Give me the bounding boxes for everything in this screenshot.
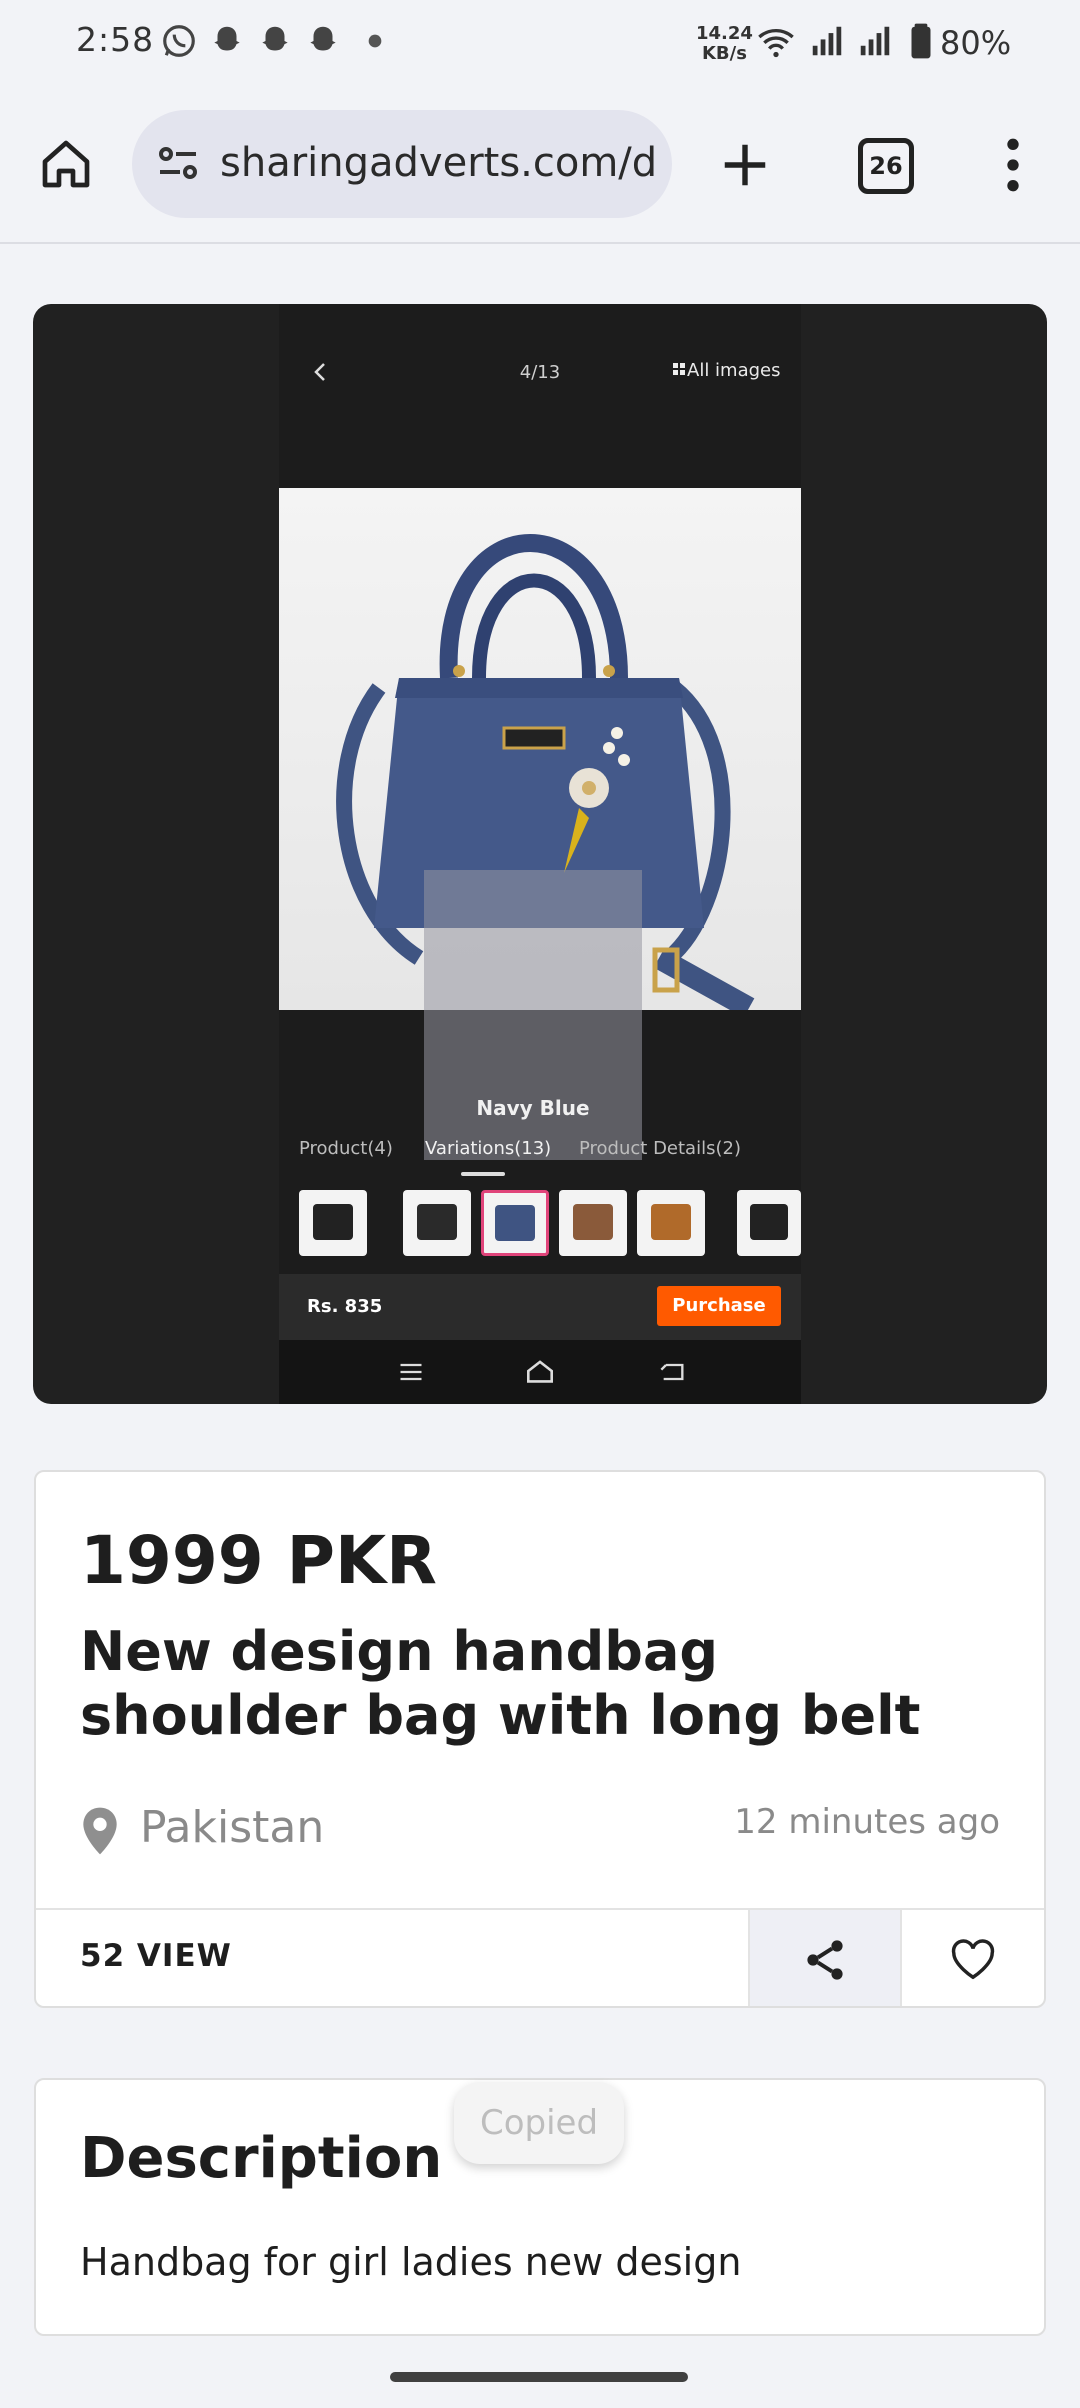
- view-count: 52 VIEW: [80, 1938, 232, 1974]
- snapchat-icon: [214, 26, 240, 51]
- net-speed-unit: KB/s: [701, 43, 747, 64]
- product-title: New design handbag shoulder bag with lon…: [80, 1620, 921, 1747]
- address-bar[interactable]: sharingadverts.com/d: [132, 110, 672, 218]
- posted-time: 12 minutes ago: [734, 1802, 1000, 1842]
- browser-toolbar: sharingadverts.com/d 26: [0, 90, 1080, 244]
- product-location: Pakistan: [140, 1802, 325, 1853]
- dot-icon: [368, 34, 382, 48]
- variation-thumbnail-selected: [481, 1190, 549, 1256]
- variation-thumbnail: [559, 1190, 627, 1256]
- product-price: 1999 PKR: [80, 1522, 438, 1599]
- copied-toast: Copied: [454, 2082, 624, 2164]
- variation-thumbnail: [403, 1190, 471, 1256]
- all-images-link: All images: [687, 360, 781, 381]
- purchase-bar: Rs. 835 Purchase: [279, 1274, 801, 1340]
- signal-icon: [860, 26, 890, 56]
- net-speed: 14.24 KB/s: [696, 24, 753, 64]
- home-icon[interactable]: [38, 134, 94, 194]
- product-image[interactable]: 4/13 All images Navy Blue Product(4) Var…: [33, 304, 1047, 1404]
- snapchat-icon: [310, 26, 336, 51]
- new-tab-icon[interactable]: [718, 138, 772, 192]
- tab-underline: [461, 1172, 505, 1176]
- tab-variations: Variations(13): [425, 1138, 552, 1159]
- site-settings-icon[interactable]: [154, 140, 202, 188]
- share-button[interactable]: [748, 1910, 902, 2006]
- status-bar: 2:58 14.24 KB/s 80%: [0, 0, 1080, 90]
- tab-product-details: Product Details(2): [579, 1138, 741, 1159]
- battery-percent: 80%: [940, 24, 1012, 62]
- nav-home-icon: [527, 1360, 553, 1383]
- shot-price: Rs. 835: [307, 1296, 383, 1317]
- variation-label: Navy Blue: [476, 1096, 590, 1120]
- wifi-icon: [758, 29, 794, 58]
- nav-back-icon: [660, 1363, 684, 1381]
- url-text[interactable]: sharingadverts.com/d: [220, 140, 657, 186]
- product-screenshot: 4/13 All images Navy Blue Product(4) Var…: [279, 304, 801, 1404]
- status-time: 2:58: [76, 20, 155, 59]
- description-text: Handbag for girl ladies new design: [80, 2240, 742, 2284]
- description-heading: Description: [80, 2126, 443, 2191]
- variation-thumbnail: [737, 1190, 801, 1256]
- share-icon: [807, 1940, 843, 1980]
- battery-icon: [911, 23, 931, 59]
- shot-nav-bar: [279, 1340, 801, 1404]
- variation-thumbnail: [299, 1190, 367, 1256]
- variation-thumbnail: [637, 1190, 705, 1256]
- more-menu-icon[interactable]: [990, 134, 1036, 196]
- product-card: 1999 PKR New design handbag shoulder bag…: [34, 1470, 1046, 2008]
- recent-apps-icon: [400, 1363, 422, 1381]
- heart-icon: [951, 1939, 995, 1980]
- whatsapp-icon: [163, 25, 195, 57]
- tab-switcher-button[interactable]: 26: [858, 138, 914, 194]
- purchase-button: Purchase: [657, 1286, 781, 1326]
- net-speed-value: 14.24: [696, 23, 753, 44]
- location-pin-icon: [83, 1807, 117, 1855]
- tab-product: Product(4): [299, 1138, 393, 1159]
- gesture-home-indicator[interactable]: [390, 2372, 688, 2382]
- nested-screenshot-overlay: Navy Blue: [424, 870, 642, 1160]
- favorite-button[interactable]: [900, 1910, 1044, 2006]
- signal-icon: [812, 26, 842, 56]
- snapchat-icon: [262, 26, 288, 51]
- grid-icon: [673, 363, 685, 375]
